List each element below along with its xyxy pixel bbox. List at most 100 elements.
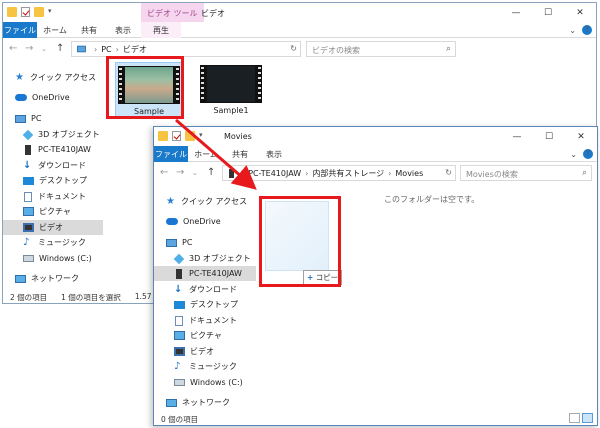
maximize-button[interactable]: ☐ <box>533 127 565 146</box>
nav-label: ネットワーク <box>31 274 79 283</box>
properties-icon[interactable] <box>172 131 181 141</box>
title-bar[interactable]: ▾ Movies — ☐ ✕ <box>154 127 597 146</box>
tab-view[interactable]: 表示 <box>111 22 135 38</box>
video-icon <box>174 347 185 356</box>
chevron-down-icon[interactable]: ▾ <box>199 131 207 141</box>
search-icon: ⌕ <box>581 168 587 178</box>
tab-view[interactable]: 表示 <box>262 146 286 162</box>
properties-icon[interactable] <box>21 7 30 17</box>
nav-item-desktop[interactable]: デスクトップ <box>154 297 256 312</box>
breadcrumb-video[interactable]: ビデオ <box>123 44 147 55</box>
help-icon[interactable]: ? <box>582 25 592 35</box>
large-icons-view-button[interactable] <box>582 413 593 423</box>
up-arrow-icon[interactable]: ↑ <box>207 167 215 178</box>
nav-item-documents[interactable]: ドキュメント <box>3 189 103 204</box>
breadcrumb-storage[interactable]: 内部共有ストレージ <box>312 168 384 179</box>
file-item-sample1[interactable]: Sample1 <box>197 62 265 118</box>
explorer-window-movies[interactable]: ▾ Movies — ☐ ✕ ファイル ホーム 共有 表示 ⌄ ? ← → ⌄ … <box>153 126 598 426</box>
nav-label: ミュージック <box>38 238 86 247</box>
tab-share[interactable]: 共有 <box>77 22 101 38</box>
title-bar[interactable]: ▾ ビデオ ツール ビデオ — ☐ ✕ <box>3 3 596 22</box>
new-folder-icon[interactable] <box>34 7 44 17</box>
refresh-icon[interactable]: ↻ <box>290 44 297 53</box>
nav-item-device[interactable]: PC-TE410JAW <box>3 142 103 157</box>
recent-dropdown-icon[interactable]: ⌄ <box>192 169 198 177</box>
nav-item-quick-access[interactable]: ★ クイック アクセス <box>3 70 103 85</box>
nav-label: ピクチャ <box>190 331 222 340</box>
breadcrumb-device[interactable]: PC-TE410JAW <box>248 169 301 178</box>
address-bar[interactable]: › PC-TE410JAW › 内部共有ストレージ › Movies ↻ <box>222 165 456 181</box>
breadcrumb-separator: › <box>94 44 98 54</box>
nav-item-onedrive[interactable]: OneDrive <box>3 90 103 105</box>
nav-item-windows-c[interactable]: Windows (C:) <box>154 375 256 390</box>
tab-home[interactable]: ホーム <box>194 146 218 162</box>
nav-item-pictures[interactable]: ピクチャ <box>3 204 103 219</box>
recent-dropdown-icon[interactable]: ⌄ <box>41 45 47 53</box>
forward-arrow-icon[interactable]: → <box>176 167 184 178</box>
nav-item-videos[interactable]: ビデオ <box>3 220 103 235</box>
search-input[interactable]: Moviesの検索 ⌕ <box>460 165 592 181</box>
back-arrow-icon[interactable]: ← <box>160 167 168 178</box>
nav-item-music[interactable]: ♪ ミュージック <box>3 235 103 250</box>
nav-item-documents[interactable]: ドキュメント <box>154 313 256 328</box>
nav-item-pc[interactable]: PC <box>154 235 256 250</box>
navigation-pane: ★ クイック アクセス OneDrive PC 3D オブジェクト PC-TE41… <box>154 184 256 411</box>
nav-label: OneDrive <box>32 93 70 102</box>
highlight-box <box>259 196 341 287</box>
nav-item-onedrive[interactable]: OneDrive <box>154 214 256 229</box>
nav-label: OneDrive <box>183 217 221 226</box>
breadcrumb-pc[interactable]: PC <box>101 45 111 54</box>
tab-play[interactable]: 再生 <box>141 22 181 38</box>
empty-folder-message: このフォルダーは空です。 <box>384 195 480 204</box>
nav-label: ドキュメント <box>38 192 86 201</box>
ribbon-right: ⌄ ? <box>564 149 593 159</box>
close-button[interactable]: ✕ <box>564 3 596 22</box>
highlight-box <box>106 56 184 119</box>
nav-item-network[interactable]: ネットワーク <box>154 395 256 410</box>
nav-item-windows-c[interactable]: Windows (C:) <box>3 251 103 266</box>
breadcrumb-separator: › <box>241 168 245 178</box>
back-arrow-icon[interactable]: ← <box>9 43 17 54</box>
nav-item-videos[interactable]: ビデオ <box>154 344 256 359</box>
details-view-button[interactable] <box>569 413 580 423</box>
nav-item-3d-objects[interactable]: 3D オブジェクト <box>3 127 103 142</box>
nav-item-downloads[interactable]: ↓ ダウンロード <box>154 282 256 297</box>
network-icon <box>15 274 26 283</box>
tab-share[interactable]: 共有 <box>228 146 252 162</box>
file-name: Sample1 <box>213 106 249 115</box>
maximize-button[interactable]: ☐ <box>532 3 564 22</box>
up-arrow-icon[interactable]: ↑ <box>56 43 64 54</box>
nav-item-pc[interactable]: PC <box>3 111 103 126</box>
nav-item-network[interactable]: ネットワーク <box>3 271 103 286</box>
new-folder-icon[interactable] <box>185 131 195 141</box>
pc-icon <box>77 45 86 53</box>
tab-file[interactable]: ファイル <box>154 146 188 162</box>
nav-item-music[interactable]: ♪ ミュージック <box>154 359 256 374</box>
desktop-icon <box>23 176 34 185</box>
refresh-icon[interactable]: ↻ <box>445 168 452 177</box>
nav-label: ビデオ <box>39 223 63 232</box>
chevron-down-icon[interactable]: ⌄ <box>570 150 577 159</box>
chevron-down-icon[interactable]: ▾ <box>48 7 56 17</box>
tab-home[interactable]: ホーム <box>43 22 67 38</box>
nav-item-quick-access[interactable]: ★ クイック アクセス <box>154 194 256 209</box>
minimize-button[interactable]: — <box>500 3 532 22</box>
chevron-down-icon[interactable]: ⌄ <box>569 26 576 35</box>
minimize-button[interactable]: — <box>501 127 533 146</box>
nav-item-pictures[interactable]: ピクチャ <box>154 328 256 343</box>
status-bar: 0 個の項目 <box>154 411 597 425</box>
breadcrumb-movies[interactable]: Movies <box>395 169 423 178</box>
address-bar[interactable]: › PC › ビデオ ↻ <box>71 41 301 57</box>
star-icon: ★ <box>15 71 24 83</box>
nav-item-device[interactable]: PC-TE410JAW <box>154 266 256 281</box>
close-button[interactable]: ✕ <box>565 127 597 146</box>
forward-arrow-icon[interactable]: → <box>25 43 33 54</box>
window-title: Movies <box>224 132 252 141</box>
nav-label: 3D オブジェクト <box>38 130 100 139</box>
nav-item-3d-objects[interactable]: 3D オブジェクト <box>154 251 256 266</box>
help-icon[interactable]: ? <box>583 149 593 159</box>
nav-item-downloads[interactable]: ↓ ダウンロード <box>3 158 103 173</box>
nav-item-desktop[interactable]: デスクトップ <box>3 173 103 188</box>
tab-file[interactable]: ファイル <box>3 22 37 38</box>
search-input[interactable]: ビデオの検索 ⌕ <box>306 41 456 57</box>
